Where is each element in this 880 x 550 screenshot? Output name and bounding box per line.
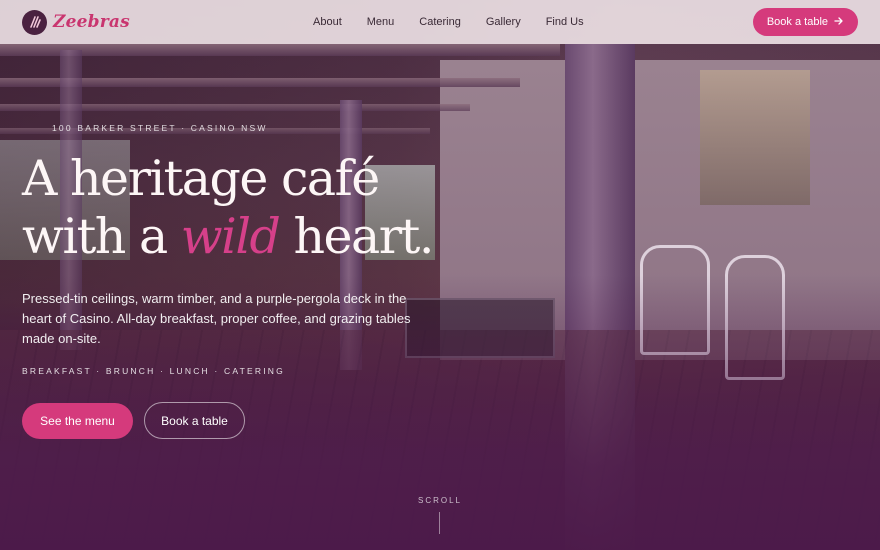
address-eyebrow: 100 BARKER STREET · CASINO NSW	[52, 123, 268, 133]
headline-line-2-pre: with a	[22, 208, 181, 265]
nav-link-about[interactable]: About	[313, 16, 342, 28]
book-table-nav-button[interactable]: Book a table	[752, 8, 858, 36]
hero-overlay	[0, 0, 880, 550]
scroll-indicator-label: SCROLL	[417, 496, 462, 505]
hero-headline: A heritage café with a wild heart.	[22, 150, 434, 266]
book-table-button[interactable]: Book a table	[144, 402, 245, 439]
nav-links: About Menu Catering Gallery Find Us	[313, 0, 609, 44]
hero-background	[0, 0, 880, 550]
top-nav: Zeebras About Menu Catering Gallery Find…	[0, 0, 880, 44]
headline-line-1: A heritage café	[22, 150, 380, 207]
book-table-nav-label: Book a table	[766, 16, 828, 28]
hero-description: Pressed-tin ceilings, warm timber, and a…	[22, 291, 411, 346]
nav-link-find-us[interactable]: Find Us	[546, 16, 584, 28]
brand-name: Zeebras	[53, 12, 130, 32]
zebra-stripes-icon	[22, 9, 47, 35]
nav-link-catering[interactable]: Catering	[419, 16, 461, 28]
service-tags: BREAKFAST · BRUNCH · LUNCH · CATERING	[22, 366, 285, 376]
see-menu-button[interactable]: See the menu	[22, 403, 133, 439]
scroll-indicator-line	[439, 512, 440, 534]
nav-link-menu[interactable]: Menu	[367, 16, 395, 28]
arrow-right-icon	[834, 16, 844, 29]
headline-line-2-post: heart.	[279, 208, 434, 265]
nav-link-gallery[interactable]: Gallery	[486, 16, 521, 28]
brand[interactable]: Zeebras	[22, 9, 130, 35]
headline-accent-word: wild	[180, 208, 281, 265]
